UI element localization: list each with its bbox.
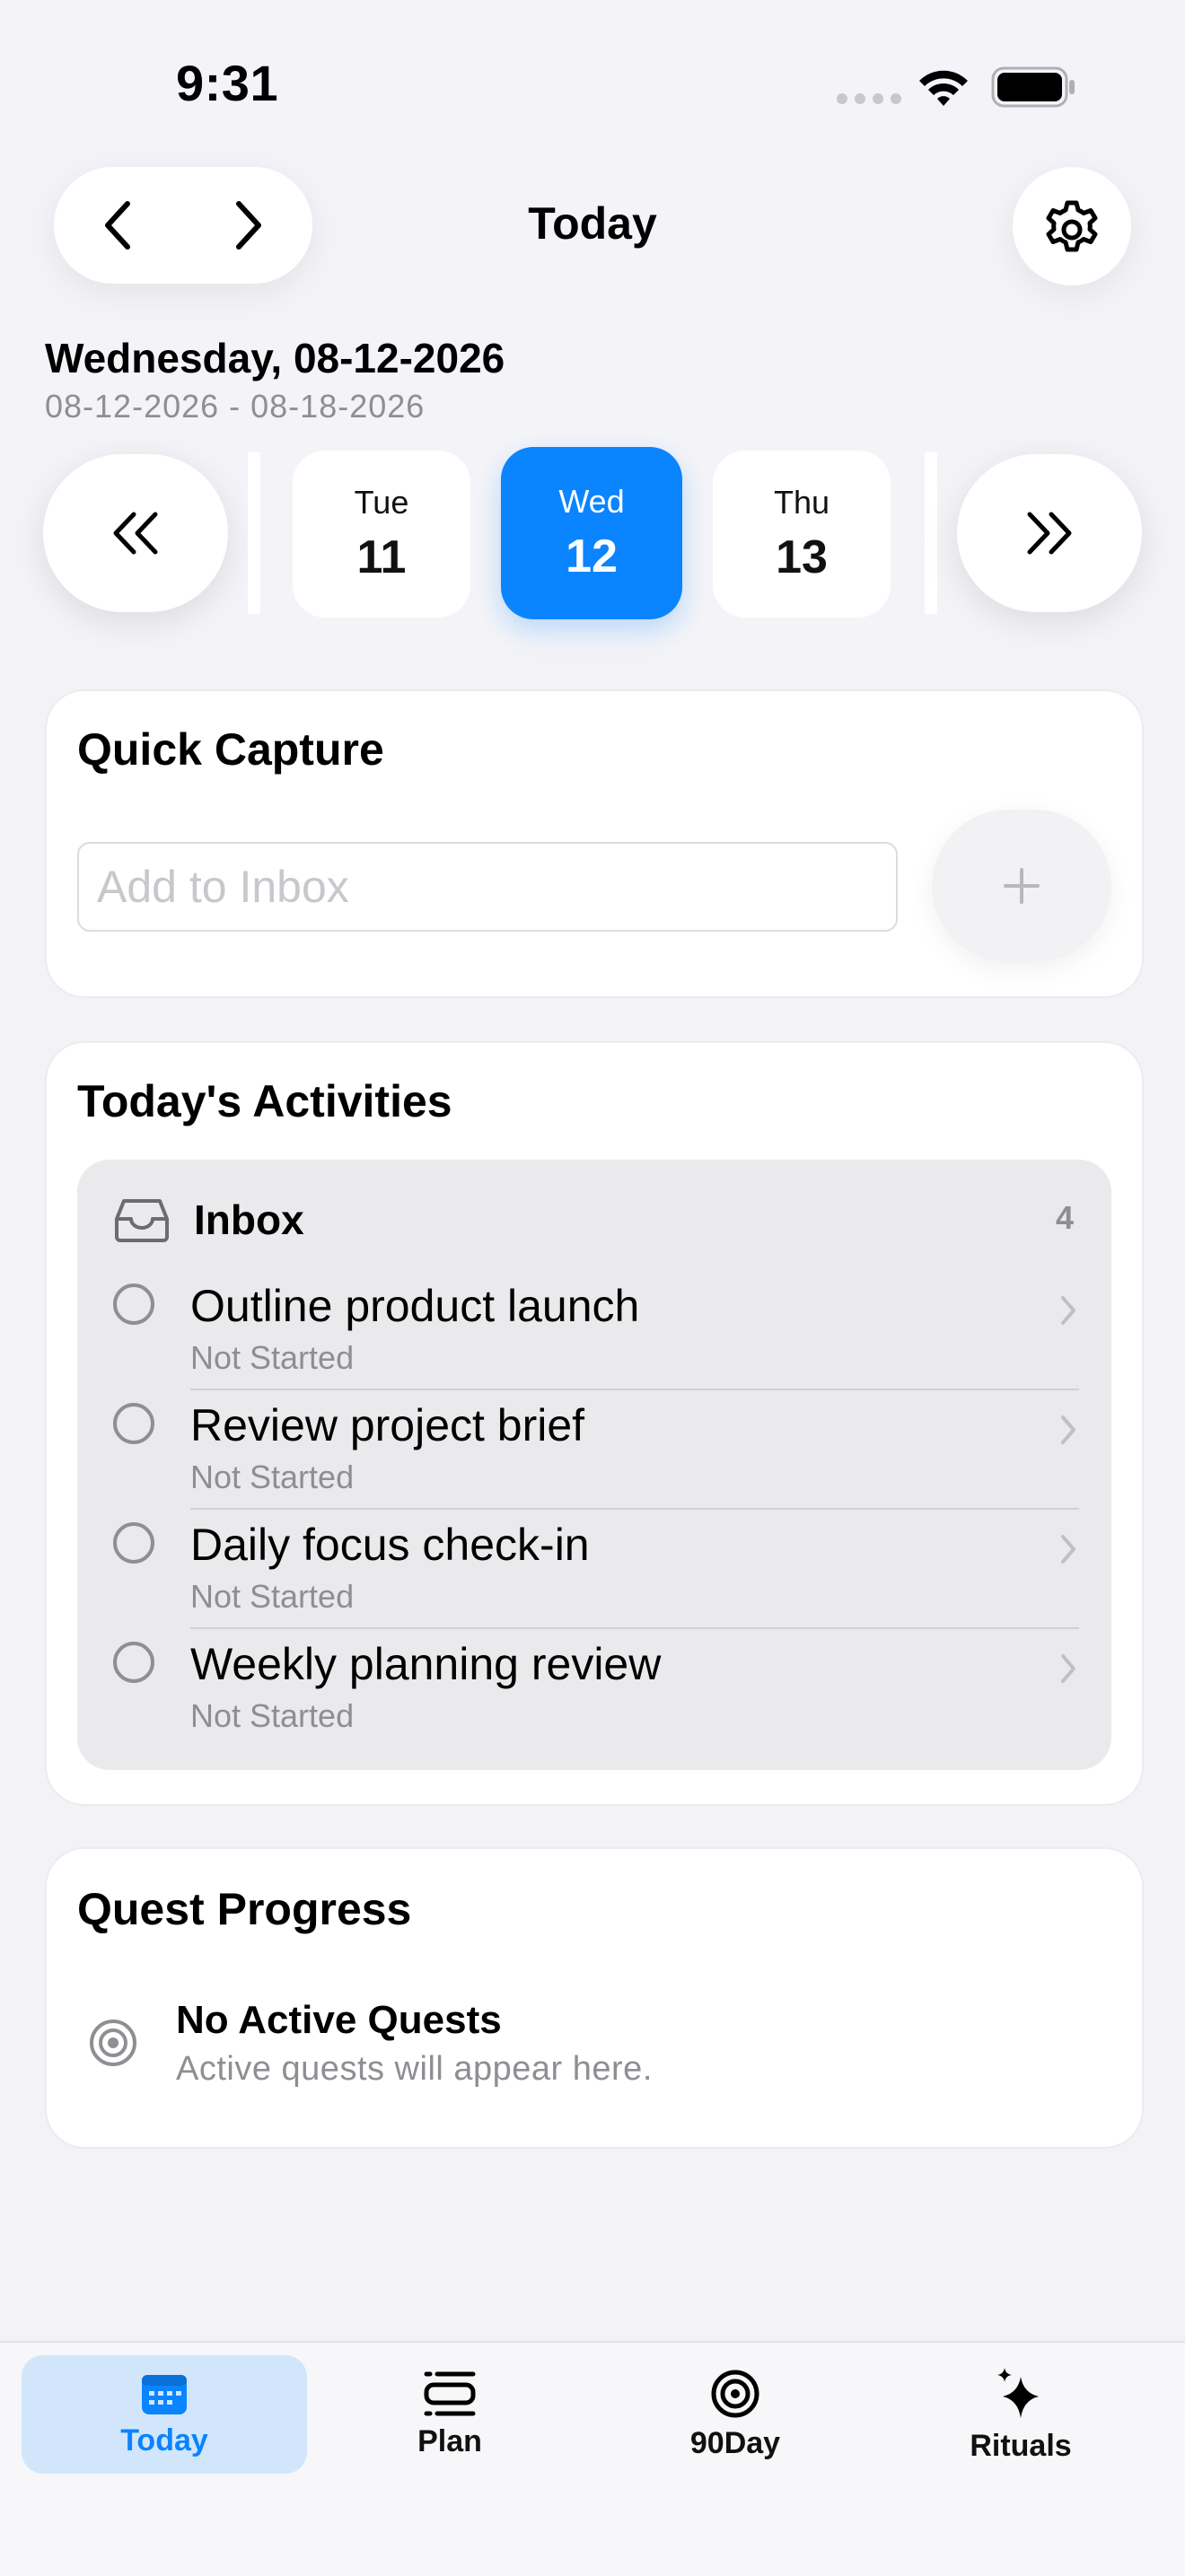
gear-icon	[1046, 200, 1098, 252]
calendar-icon	[142, 2374, 187, 2414]
tab-today[interactable]: Today	[22, 2355, 307, 2474]
previous-week-button[interactable]	[43, 454, 228, 612]
week-range: 08-12-2026 - 08-18-2026	[45, 388, 426, 425]
task-name: Weekly planning review	[190, 1639, 662, 1689]
quest-empty-subtitle: Active quests will appear here.	[176, 2050, 653, 2088]
day-card-wed[interactable]: Wed 12	[501, 447, 682, 619]
chevron-right-icon	[1061, 1535, 1075, 1564]
quick-capture-card: Quick Capture	[45, 689, 1144, 998]
tab-label: Rituals	[970, 2428, 1072, 2463]
day-number: 11	[356, 531, 407, 583]
double-chevron-right-icon	[1027, 512, 1072, 555]
task-row[interactable]: Outline product launch Not Started	[77, 1271, 1111, 1390]
selected-date: Wednesday, 08-12-2026	[45, 335, 505, 381]
day-card-edge	[248, 452, 260, 614]
inbox-input[interactable]	[77, 842, 898, 932]
task-row[interactable]: Daily focus check-in Not Started	[77, 1510, 1111, 1629]
quest-progress-card: Quest Progress No Active Quests Active q…	[45, 1847, 1144, 2149]
target-icon	[711, 2370, 759, 2417]
task-checkbox[interactable]	[113, 1642, 154, 1683]
task-checkbox[interactable]	[113, 1522, 154, 1564]
status-time: 9:31	[176, 55, 279, 111]
day-number: 12	[566, 530, 618, 583]
day-card-tue[interactable]: Tue 11	[293, 451, 470, 618]
inbox-group: Inbox 4 Outline product launch Not Start…	[77, 1160, 1111, 1770]
plus-icon	[1004, 868, 1040, 904]
day-card-thu[interactable]: Thu 13	[713, 451, 891, 618]
double-chevron-left-icon	[113, 512, 158, 555]
cellular-icon	[837, 93, 901, 104]
day-name: Tue	[354, 484, 409, 521]
settings-button[interactable]	[1013, 167, 1131, 285]
task-checkbox[interactable]	[113, 1403, 154, 1444]
chevron-right-icon	[1061, 1654, 1075, 1683]
tab-90day[interactable]: 90Day	[592, 2355, 878, 2474]
plan-list-icon	[424, 2371, 476, 2415]
task-name: Outline product launch	[190, 1281, 640, 1331]
sparkles-icon	[997, 2367, 1039, 2418]
day-card-edge	[925, 452, 937, 614]
battery-icon	[991, 66, 1075, 108]
chevron-right-icon	[1061, 1415, 1075, 1444]
activities-title: Today's Activities	[77, 1076, 452, 1126]
quick-capture-title: Quick Capture	[77, 724, 384, 775]
page-title: Today	[528, 198, 657, 249]
inbox-count: 4	[1055, 1199, 1074, 1236]
task-status: Not Started	[190, 1697, 355, 1734]
day-name: Thu	[773, 484, 830, 521]
tab-label: Today	[120, 2423, 208, 2458]
task-status: Not Started	[190, 1578, 355, 1615]
tab-plan[interactable]: Plan	[307, 2355, 592, 2474]
next-week-button[interactable]	[957, 454, 1142, 612]
task-status: Not Started	[190, 1339, 355, 1376]
chevron-right-icon	[1061, 1296, 1075, 1325]
inbox-header[interactable]: Inbox 4	[113, 1192, 1074, 1246]
task-checkbox[interactable]	[113, 1284, 154, 1325]
target-icon	[90, 2020, 136, 2066]
activities-card: Today's Activities Inbox 4 Outline produ…	[45, 1041, 1144, 1806]
task-row[interactable]: Weekly planning review Not Started	[77, 1629, 1111, 1748]
task-name: Review project brief	[190, 1400, 585, 1450]
quest-empty-title: No Active Quests	[176, 1998, 502, 2042]
tab-bar: Today Plan 90Day Rituals	[0, 2341, 1185, 2576]
tab-rituals[interactable]: Rituals	[878, 2355, 1163, 2474]
inbox-tray-icon	[115, 1199, 169, 1242]
add-to-inbox-button[interactable]	[932, 810, 1111, 962]
quest-progress-title: Quest Progress	[77, 1884, 412, 1934]
task-status: Not Started	[190, 1459, 355, 1495]
wifi-icon	[919, 70, 968, 106]
inbox-label: Inbox	[194, 1196, 304, 1243]
tab-label: Plan	[417, 2423, 482, 2458]
task-row[interactable]: Review project brief Not Started	[77, 1390, 1111, 1510]
day-name: Wed	[558, 483, 625, 520]
task-name: Daily focus check-in	[190, 1520, 590, 1570]
day-number: 13	[776, 531, 828, 583]
tab-label: 90Day	[689, 2425, 781, 2460]
